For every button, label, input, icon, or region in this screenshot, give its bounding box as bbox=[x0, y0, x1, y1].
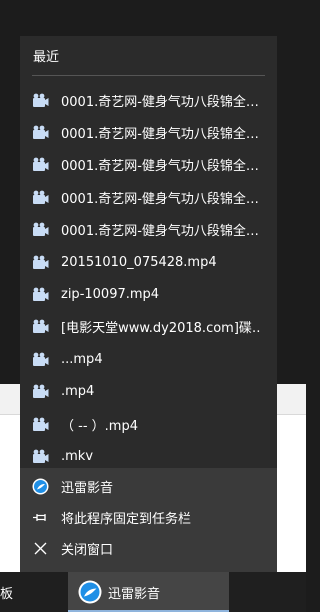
taskbar-left-item[interactable]: 板 bbox=[0, 572, 66, 612]
recent-item-label: zip-10097.mp4 bbox=[61, 287, 160, 303]
recent-item[interactable]: 0001.奇艺网-健身气功八段锦全… bbox=[20, 116, 277, 148]
pin-to-taskbar-task[interactable]: 将此程序固定到任务栏 bbox=[20, 503, 277, 532]
close-window-task[interactable]: 关闭窗口 bbox=[20, 534, 277, 563]
recent-item-label: [电影天堂www.dy2018.com]碟… bbox=[61, 321, 261, 337]
recent-item[interactable]: 0001.奇艺网-健身气功八段锦全… bbox=[20, 149, 277, 181]
video-file-icon bbox=[33, 125, 49, 140]
video-file-icon bbox=[33, 158, 49, 172]
recent-item-label: 0001.奇艺网-健身气功八段锦全… bbox=[61, 224, 259, 240]
xunlei-player-icon bbox=[32, 478, 49, 495]
video-file-icon bbox=[33, 255, 49, 269]
recent-item-label: 0001.奇艺网-健身气功八段锦全… bbox=[61, 94, 259, 110]
video-file-icon bbox=[33, 222, 49, 237]
header-divider bbox=[32, 75, 265, 76]
recent-item-label: 0001.奇艺网-健身气功八段锦全… bbox=[61, 191, 259, 207]
recent-item-label: .mkv bbox=[61, 448, 94, 464]
recent-item[interactable]: 0001.奇艺网-健身气功八段锦全… bbox=[20, 84, 277, 116]
recent-item[interactable]: [电影天堂www.dy2018.com]碟… bbox=[20, 311, 277, 343]
taskbar-app-button[interactable]: 迅雷影音 bbox=[68, 572, 229, 612]
recent-item-label: 0001.奇艺网-健身气功八段锦全… bbox=[61, 127, 259, 143]
recent-item[interactable]: 0001.奇艺网-健身气功八段锦全… bbox=[20, 214, 277, 246]
jump-list: 最近 0001.奇艺网-健身气功八段锦全… 0001.奇艺网-健身气功八段锦全…… bbox=[20, 36, 277, 572]
tasks-section: 迅雷影音 将此程序固定到任务栏 关闭窗口 bbox=[20, 468, 277, 572]
video-file-icon bbox=[33, 190, 49, 204]
recent-item-label: .mp4 bbox=[61, 384, 95, 400]
close-window-label: 关闭窗口 bbox=[61, 543, 114, 558]
video-file-icon bbox=[33, 384, 49, 399]
close-icon bbox=[32, 540, 49, 557]
recent-item[interactable]: 0001.奇艺网-健身气功八段锦全… bbox=[20, 181, 277, 213]
video-file-icon bbox=[33, 287, 49, 302]
video-file-icon bbox=[33, 449, 49, 463]
open-app-task[interactable]: 迅雷影音 bbox=[20, 472, 277, 501]
video-file-icon bbox=[33, 93, 49, 107]
app-name-label: 迅雷影音 bbox=[61, 481, 114, 496]
recent-item[interactable]: ...mp4 bbox=[20, 343, 277, 375]
pin-label: 将此程序固定到任务栏 bbox=[61, 512, 192, 527]
recent-item[interactable]: 20151010_075428.mp4 bbox=[20, 246, 277, 278]
taskbar-app-label: 迅雷影音 bbox=[108, 586, 161, 602]
recent-header: 最近 bbox=[33, 50, 60, 65]
recent-list: 0001.奇艺网-健身气功八段锦全… 0001.奇艺网-健身气功八段锦全… 00… bbox=[20, 84, 277, 473]
recent-item-label: 0001.奇艺网-健身气功八段锦全… bbox=[61, 159, 259, 175]
recent-item-label: ...mp4 bbox=[61, 351, 103, 367]
xunlei-player-icon bbox=[78, 580, 102, 604]
recent-item[interactable]: zip-10097.mp4 bbox=[20, 278, 277, 310]
video-file-icon bbox=[33, 352, 49, 366]
recent-item-label: 20151010_075428.mp4 bbox=[61, 254, 217, 270]
taskbar-left-label: 板 bbox=[0, 586, 14, 602]
video-file-icon bbox=[33, 320, 49, 334]
recent-item[interactable]: .mp4 bbox=[20, 376, 277, 408]
video-file-icon bbox=[33, 417, 49, 431]
recent-item[interactable]: （ -- ）.mp4 bbox=[20, 408, 277, 440]
recent-item-label: （ -- ）.mp4 bbox=[61, 418, 138, 434]
taskbar: 板 迅雷影音 bbox=[0, 572, 306, 612]
pin-icon bbox=[32, 509, 49, 526]
